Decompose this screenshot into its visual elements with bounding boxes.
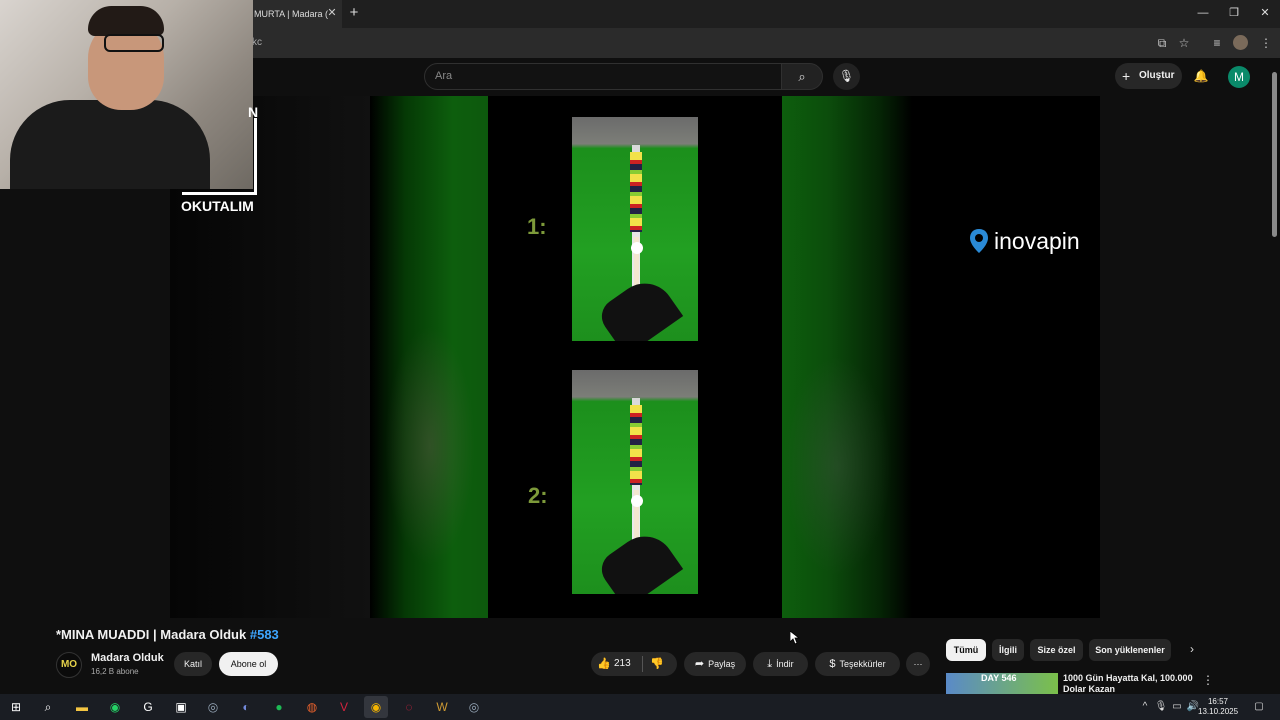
thanks-icon: $: [829, 658, 836, 670]
clock-time: 16:57: [1207, 697, 1229, 706]
share-icon: ➦: [694, 658, 705, 670]
obs-icon[interactable]: ◌: [397, 696, 421, 718]
video-hashtag[interactable]: #583: [250, 627, 279, 642]
app-g-icon[interactable]: G: [136, 696, 160, 718]
share-button[interactable]: ➦ Paylaş: [684, 652, 746, 676]
streamer-hair: [88, 6, 164, 36]
steam-icon[interactable]: ◎: [201, 696, 225, 718]
app-w-icon[interactable]: W: [430, 696, 454, 718]
download-label: İndir: [776, 659, 794, 669]
bookmark-star-icon[interactable]: ☆: [1174, 33, 1194, 53]
window-close-icon[interactable]: ✕: [1254, 4, 1276, 22]
whatsapp-icon[interactable]: ◉: [103, 696, 127, 718]
windows-start-icon[interactable]: ⊞: [4, 696, 28, 718]
billiard-shot-1: [572, 117, 698, 341]
comparison-label-2: 2:: [528, 483, 548, 508]
chevron-right-icon[interactable]: ›: [1190, 642, 1204, 660]
download-icon: ⤓: [767, 658, 773, 670]
restore-icon[interactable]: ❐: [1223, 4, 1245, 22]
scrollbar-thumb[interactable]: [1272, 72, 1277, 237]
plus-icon: +: [1122, 68, 1131, 84]
ball-stack: [630, 152, 642, 232]
media-queue-icon[interactable]: ≡: [1207, 33, 1227, 53]
like-count[interactable]: 213: [614, 652, 636, 676]
discord-icon[interactable]: ◐: [234, 696, 258, 718]
thanks-label: Teşekkürler: [839, 659, 886, 669]
blur-right: [782, 356, 892, 576]
microphone-icon[interactable]: 🎙: [833, 63, 860, 90]
valorant-icon[interactable]: V: [332, 696, 356, 718]
more-actions-button[interactable]: ···: [906, 652, 930, 676]
dislike-icon[interactable]: 👎: [650, 652, 668, 676]
overlay-text: OKUTALIM: [181, 198, 254, 214]
chip-related[interactable]: İlgili: [992, 639, 1024, 661]
streamer-torso: [10, 100, 210, 189]
account-avatar[interactable]: M: [1228, 66, 1250, 88]
subscriber-count: 16,2 B abone: [91, 667, 139, 676]
tray-chevron-icon[interactable]: ^: [1138, 698, 1152, 716]
cue-ball: [631, 495, 643, 507]
new-tab-button[interactable]: +: [346, 5, 362, 21]
spotify-icon[interactable]: ●: [267, 696, 291, 718]
tab-close-icon[interactable]: ✕: [325, 6, 339, 20]
webcam-frame: [182, 118, 257, 195]
join-button[interactable]: Katıl: [174, 652, 212, 676]
recommendation-title[interactable]: 1000 Gün Hayatta Kal, 100.000 Dolar Kaza…: [1063, 673, 1198, 695]
search-icon[interactable]: ⌕: [781, 63, 823, 90]
thumbnail-text: DAY 546: [981, 673, 1017, 683]
billiard-shot-2: [572, 370, 698, 594]
app-orange-icon[interactable]: ◍: [300, 696, 324, 718]
like-divider: [642, 656, 643, 672]
video-player[interactable]: 1: 2: inovapin: [170, 96, 1100, 618]
install-app-icon[interactable]: ⧉: [1152, 33, 1172, 53]
notification-center-icon[interactable]: ▢: [1252, 698, 1266, 716]
video-title: *MINA MUADDI | Madara Olduk #583: [56, 627, 576, 645]
channel-avatar[interactable]: MO: [56, 652, 82, 678]
chip-for-you[interactable]: Size özel: [1030, 639, 1083, 661]
thanks-button[interactable]: $ Teşekkürler: [815, 652, 900, 676]
overlay-letter: N: [248, 104, 259, 120]
tray-network-icon[interactable]: ▭: [1170, 698, 1184, 716]
file-explorer-icon[interactable]: ▬: [70, 696, 94, 718]
download-button[interactable]: ⤓ İndir: [753, 652, 808, 676]
chip-all[interactable]: Tümü: [946, 639, 986, 661]
blur-left: [385, 326, 475, 566]
search-input[interactable]: Ara: [424, 63, 782, 90]
streamer-glasses: [104, 34, 164, 52]
clock-date: 13.10.2025: [1198, 707, 1239, 716]
minimize-icon[interactable]: —: [1192, 4, 1214, 22]
browser-profile-avatar[interactable]: [1233, 35, 1248, 50]
comparison-label-1: 1:: [527, 214, 547, 239]
share-label: Paylaş: [708, 659, 736, 669]
notifications-bell-icon[interactable]: 🔔: [1192, 67, 1210, 85]
like-icon[interactable]: 👍: [597, 652, 611, 676]
tray-mic-icon[interactable]: 🎙: [1154, 698, 1168, 716]
chip-recent[interactable]: Son yüklenenler: [1089, 639, 1171, 661]
url-field[interactable]: kc: [252, 35, 1132, 51]
subscribe-button[interactable]: Abone ol: [219, 652, 278, 676]
location-pin-icon: [970, 229, 988, 253]
taskbar-clock[interactable]: 16:57 13.10.2025: [1198, 696, 1238, 718]
cue-ball: [631, 242, 643, 254]
channel-name[interactable]: Madara Olduk: [91, 652, 171, 666]
search-taskbar-icon[interactable]: ⌕: [36, 696, 60, 718]
video-title-text: *MINA MUADDI | Madara Olduk: [56, 627, 247, 642]
kebab-menu-icon[interactable]: ⋮: [1202, 673, 1214, 689]
epic-games-icon[interactable]: ▣: [169, 696, 193, 718]
sponsor-logo: inovapin: [994, 228, 1080, 254]
browser-menu-icon[interactable]: ⋮: [1256, 33, 1276, 53]
ball-stack: [630, 405, 642, 485]
steam-alt-icon[interactable]: ◎: [462, 696, 486, 718]
chrome-icon[interactable]: ◉: [364, 696, 388, 718]
mouse-cursor-icon: [790, 631, 800, 645]
